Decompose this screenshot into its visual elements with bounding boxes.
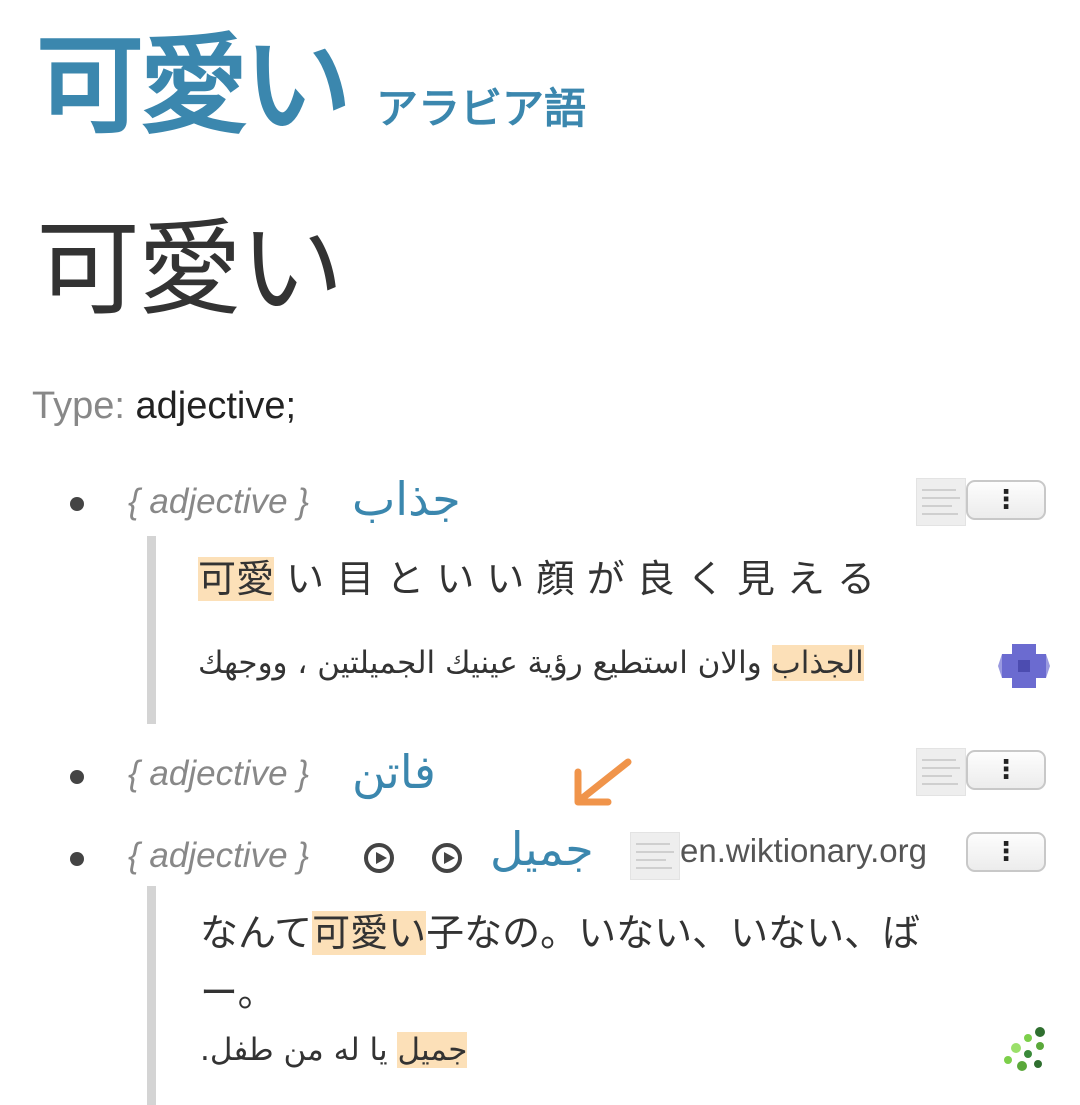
tatoeba-icon xyxy=(998,644,1050,688)
example-text: يا له من طفل xyxy=(209,1032,388,1068)
source-dots-icon xyxy=(1004,1027,1045,1071)
translation-word[interactable]: جميل xyxy=(490,822,594,876)
bullet xyxy=(70,852,84,866)
example-arabic: الجذاب والان استطيع رؤية عينيك الجميلتين… xyxy=(198,645,864,681)
source-thumbnail xyxy=(916,478,966,526)
example-quote-bar xyxy=(147,886,156,1105)
part-of-speech: { adjective } xyxy=(128,482,309,521)
example-japanese: 可愛 い 目 と い い 顔 が 良 く 見 え る xyxy=(198,548,875,603)
example-highlight: 可愛い xyxy=(312,911,427,955)
type-value: adjective; xyxy=(135,385,297,427)
example-arabic: . جميل يا له من طفل xyxy=(200,1032,468,1068)
example-highlight: الجذاب xyxy=(771,645,864,681)
example-highlight: جميل xyxy=(397,1032,468,1068)
entry-menu-button[interactable]: ⋮ xyxy=(966,480,1046,520)
example-japanese-line2: ー。 xyxy=(200,971,276,1015)
type-label: Type: xyxy=(32,385,125,427)
example-quote-bar xyxy=(147,536,156,724)
vertical-dots-icon: ⋮ xyxy=(993,755,1019,785)
example-text: والان استطيع رؤية عينيك الجميلتين ، ووجه… xyxy=(198,645,762,681)
example-japanese: なんて可愛い子なの。いない、いない、ば xyxy=(200,902,920,957)
page-title: 可愛い xyxy=(36,24,352,149)
vertical-dots-icon: ⋮ xyxy=(993,837,1019,867)
example-highlight: 可愛 xyxy=(198,557,275,601)
play-audio-icon[interactable] xyxy=(432,843,462,873)
source-link[interactable]: en.wiktionary.org xyxy=(680,832,927,870)
source-thumbnail xyxy=(916,748,966,796)
play-audio-icon[interactable] xyxy=(364,843,394,873)
example-text: 子なの。いない、いない、ば xyxy=(426,911,921,955)
entry-menu-button[interactable]: ⋮ xyxy=(966,832,1046,872)
entry-menu-button[interactable]: ⋮ xyxy=(966,750,1046,790)
annotation-arrow-icon xyxy=(574,758,632,806)
translation-word[interactable]: فاتن xyxy=(352,745,436,799)
example-text: . xyxy=(200,1032,210,1068)
example-text: なんて xyxy=(200,911,313,955)
page-header: 可愛い アラビア語 xyxy=(36,24,586,149)
bullet xyxy=(70,497,84,511)
source-thumbnail xyxy=(630,832,680,880)
part-of-speech: { adjective } xyxy=(128,836,309,875)
bullet xyxy=(70,770,84,784)
type-line: Type: adjective; xyxy=(32,385,296,428)
example-text: い 目 と い い 顔 が 良 く 見 え る xyxy=(286,557,875,601)
language-label[interactable]: アラビア語 xyxy=(376,75,586,136)
translation-word[interactable]: جذاب xyxy=(352,472,461,526)
part-of-speech: { adjective } xyxy=(128,754,309,793)
vertical-dots-icon: ⋮ xyxy=(993,485,1019,515)
headword: 可愛い xyxy=(36,208,344,330)
